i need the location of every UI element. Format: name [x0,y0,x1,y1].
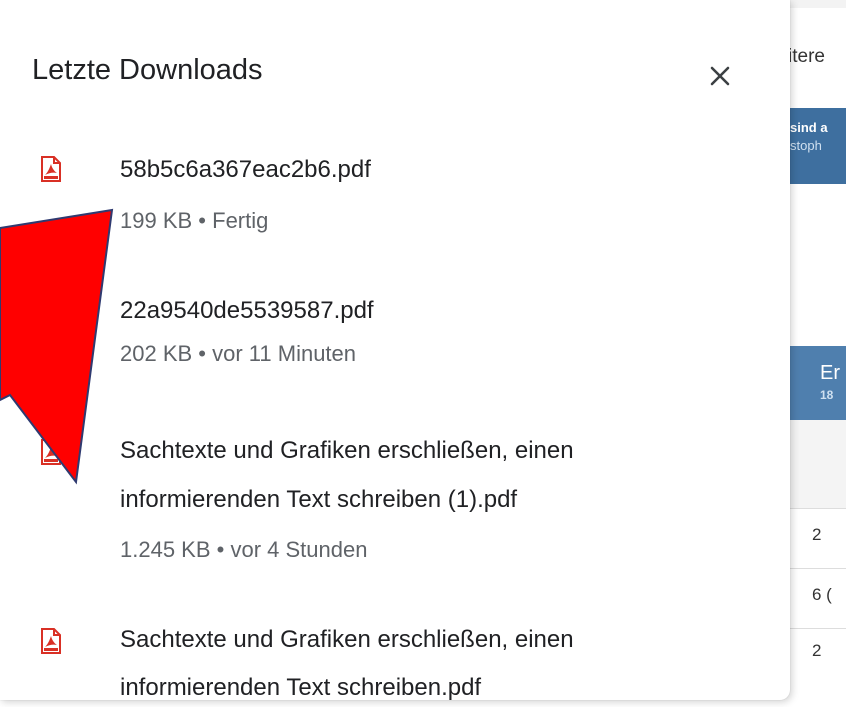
download-meta: 202 KB • vor 11 Minuten [120,341,356,367]
background-table-cell [790,420,846,508]
close-button[interactable] [700,56,740,96]
close-icon [710,66,730,86]
download-size: 202 KB [120,341,193,366]
background-info-bar-line2: stoph [790,138,822,153]
meta-separator: • [216,537,225,562]
download-filename-line2[interactable]: informierenden Text schreiben.pdf [120,668,740,700]
download-size: 1.245 KB [120,537,211,562]
pdf-file-icon [41,628,61,654]
download-item[interactable]: 22a9540de5539587.pdf 202 KB • vor 11 Min… [40,291,740,391]
download-filename-line2[interactable]: informierenden Text schreiben (1).pdf [120,480,740,520]
download-filename[interactable]: 58b5c6a367eac2b6.pdf [120,150,740,190]
download-item[interactable]: 58b5c6a367eac2b6.pdf 199 KB • Fertig [40,150,740,250]
downloads-panel: Letzte Downloads 58b5c6a367eac2b6.pdf 19… [0,0,790,700]
pdf-file-icon [41,156,61,182]
download-filename[interactable]: 22a9540de5539587.pdf [120,291,740,331]
meta-separator: • [198,208,206,233]
pdf-file-icon [41,297,61,323]
download-meta: 1.245 KB • vor 4 Stunden [120,537,367,563]
background-table-row: 6 ( [790,568,846,629]
download-item[interactable]: Sachtexte und Grafiken erschließen, eine… [40,620,740,700]
background-table-header-text: Er [820,362,840,384]
background-info-bar-line1: sind a [790,120,828,135]
download-item[interactable]: Sachtexte und Grafiken erschließen, eine… [40,431,740,581]
download-status: vor 11 Minuten [212,341,357,366]
background-table-header-sub: 18 [820,388,834,402]
download-meta: 199 KB • Fertig [120,208,268,234]
background-page-text: itere [788,46,825,67]
pdf-file-icon [41,439,61,465]
background-table-row: 2 [790,508,846,569]
screen: itere sind a stoph Er 18 2 6 ( 2 Letzte … [0,0,846,707]
background-table-header: Er 18 [790,346,846,420]
download-status: vor 4 Stunden [230,537,368,562]
background-info-bar: sind a stoph [790,108,846,184]
download-filename-line1[interactable]: Sachtexte und Grafiken erschließen, eine… [120,620,740,660]
download-status: Fertig [212,208,269,233]
background-table-row: 2 [790,628,846,707]
meta-separator: • [198,341,206,366]
download-filename-line1[interactable]: Sachtexte und Grafiken erschließen, eine… [120,431,740,471]
panel-title: Letzte Downloads [32,54,263,86]
download-size: 199 KB [120,208,193,233]
